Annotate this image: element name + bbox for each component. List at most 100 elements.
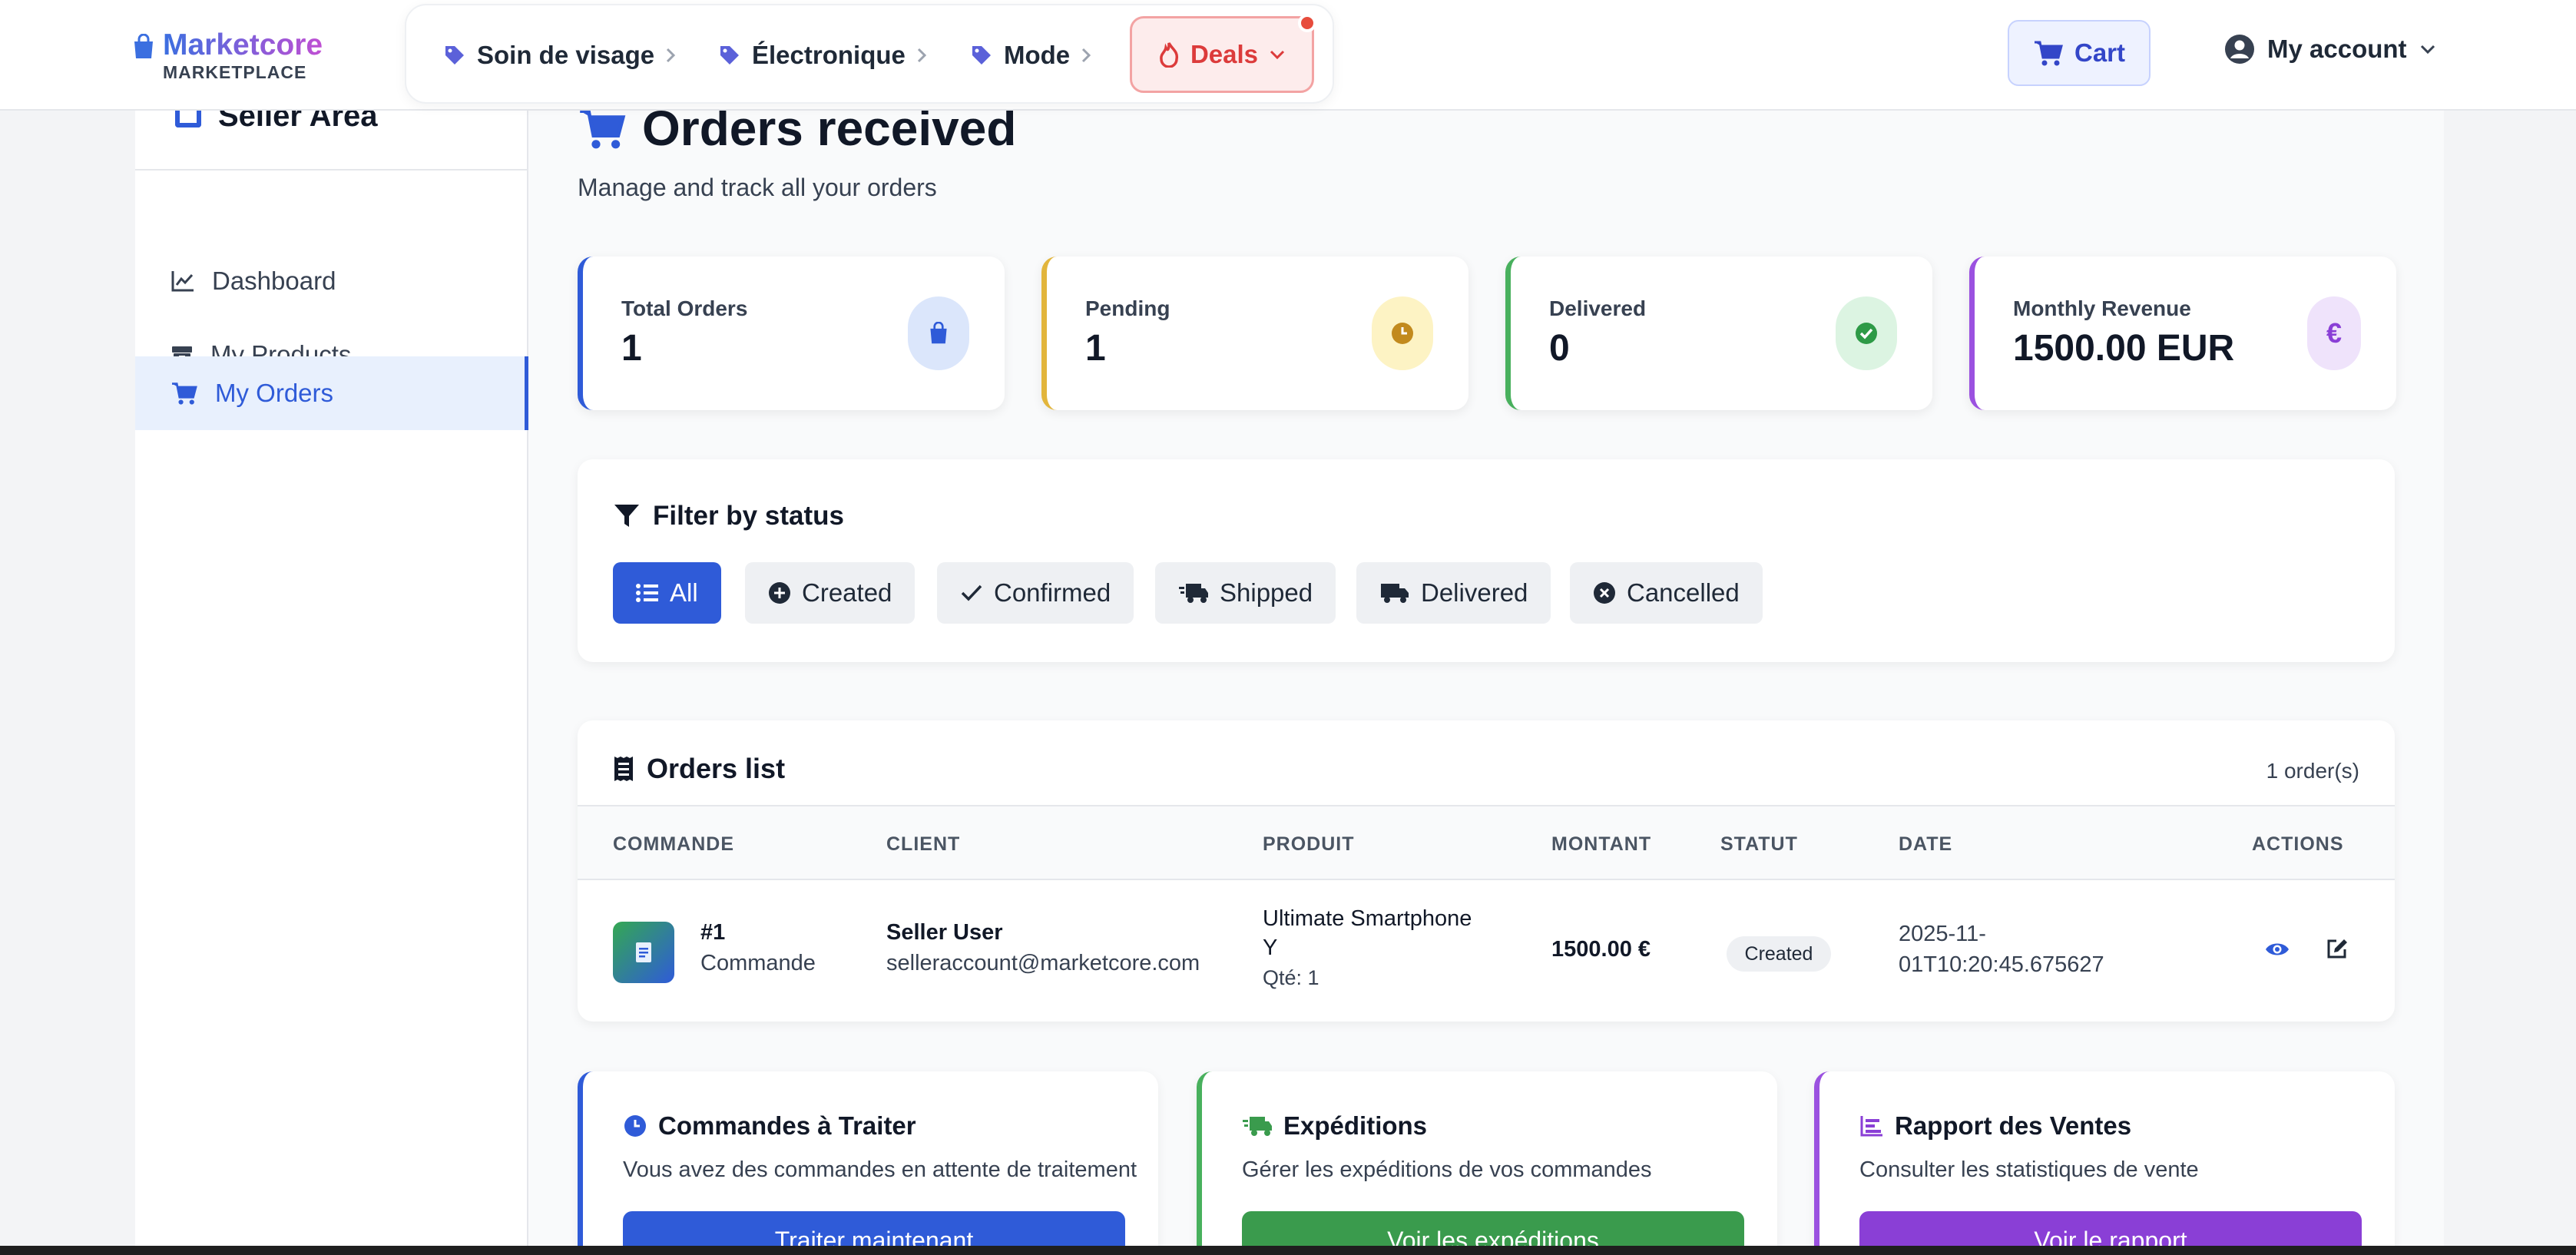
action-card-title-text: Expéditions bbox=[1283, 1111, 1428, 1140]
stat-value: 1 bbox=[1085, 328, 1106, 369]
action-card-title-text: Commandes à Traiter bbox=[658, 1111, 916, 1140]
sidebar-title: Seller Area bbox=[218, 111, 378, 133]
user-circle-icon bbox=[2224, 34, 2255, 65]
page-subtitle: Manage and track all your orders bbox=[578, 174, 937, 201]
chevron-down-icon bbox=[2419, 44, 2436, 55]
action-card-sales-report: Rapport des Ventes Consulter les statist… bbox=[1814, 1071, 2395, 1255]
brand-name: Marketcore bbox=[163, 28, 323, 61]
stat-card-total-orders: Total Orders 1 bbox=[578, 257, 1005, 410]
product-qty: Qté: 1 bbox=[1263, 966, 1319, 989]
sidebar-item-my-orders[interactable]: My Orders bbox=[135, 356, 528, 430]
action-card-shipments: Expéditions Gérer les expéditions de vos… bbox=[1197, 1071, 1777, 1255]
orders-count: 1 order(s) bbox=[2266, 759, 2359, 783]
filter-chip-all[interactable]: All bbox=[613, 562, 721, 624]
stat-value: 1500.00 EUR bbox=[2013, 328, 2235, 369]
chevron-down-icon bbox=[1269, 49, 1286, 60]
product-name-cont: Y bbox=[1263, 935, 1278, 960]
cart-button[interactable]: Cart bbox=[2008, 20, 2151, 86]
stat-label: Pending bbox=[1085, 296, 1170, 320]
cart-icon bbox=[578, 106, 627, 151]
edit-order-button[interactable] bbox=[2326, 937, 2349, 960]
deals-button[interactable]: Deals bbox=[1130, 14, 1316, 93]
chevron-right-icon bbox=[665, 47, 676, 64]
column-header: STATUT bbox=[1720, 833, 1798, 855]
filter-chip-delivered[interactable]: Delivered bbox=[1356, 562, 1551, 624]
tag-icon bbox=[443, 44, 466, 67]
filter-title-text: Filter by status bbox=[653, 501, 844, 531]
fire-icon bbox=[1158, 41, 1180, 68]
order-date: 2025-11- bbox=[1899, 922, 1986, 946]
brand-subtitle: MARKETPLACE bbox=[163, 62, 307, 82]
sidebar-item-dashboard[interactable]: Dashboard bbox=[135, 244, 528, 318]
table-header: COMMANDE CLIENT PRODUIT MONTANT STATUT D… bbox=[578, 805, 2395, 880]
brand-logo[interactable]: Marketcore MARKETPLACE bbox=[132, 29, 323, 81]
client-email: selleraccount@marketcore.com bbox=[886, 951, 1200, 975]
edit-icon bbox=[2326, 937, 2349, 960]
notification-dot bbox=[1298, 14, 1316, 32]
tag-icon bbox=[970, 44, 993, 67]
cart-label: Cart bbox=[2074, 38, 2126, 67]
cart-icon bbox=[171, 381, 198, 406]
view-order-button[interactable] bbox=[2264, 940, 2290, 959]
category-electronique[interactable]: Électronique bbox=[718, 5, 927, 105]
filter-chip-cancelled[interactable]: Cancelled bbox=[1570, 562, 1763, 624]
receipt-icon bbox=[613, 755, 634, 783]
category-bar: Soin de visage Électronique Mode Deals bbox=[405, 4, 1334, 104]
orders-list-card: Orders list 1 order(s) COMMANDE CLIENT P… bbox=[578, 720, 2395, 1022]
filter-card: Filter by status All Created Confirmed S… bbox=[578, 459, 2395, 662]
action-card-title-text: Rapport des Ventes bbox=[1895, 1111, 2132, 1140]
shipping-fast-icon bbox=[1178, 581, 1209, 604]
column-header: PRODUIT bbox=[1263, 833, 1355, 855]
tag-icon bbox=[718, 44, 741, 67]
chart-line-icon bbox=[171, 270, 195, 293]
category-mode[interactable]: Mode bbox=[970, 5, 1091, 105]
filter-chip-confirmed[interactable]: Confirmed bbox=[937, 562, 1134, 624]
sidebar-header: Seller Area bbox=[135, 111, 528, 171]
order-document-icon bbox=[613, 922, 674, 983]
stat-label: Monthly Revenue bbox=[2013, 296, 2191, 320]
shopping-bag-icon bbox=[132, 34, 155, 60]
eye-icon bbox=[2264, 940, 2290, 959]
check-circle-icon bbox=[1836, 296, 1897, 370]
sidebar-item-label: Dashboard bbox=[212, 267, 336, 295]
stat-card-delivered: Delivered 0 bbox=[1505, 257, 1932, 410]
column-header: COMMANDE bbox=[613, 833, 734, 855]
filter-title: Filter by status bbox=[613, 501, 844, 531]
chip-label: Delivered bbox=[1421, 578, 1528, 607]
order-amount: 1500.00 € bbox=[1551, 937, 1651, 962]
account-label: My account bbox=[2267, 35, 2407, 63]
times-circle-icon bbox=[1593, 581, 1616, 604]
column-header: DATE bbox=[1899, 833, 1953, 855]
column-header: CLIENT bbox=[886, 833, 961, 855]
action-card-description: Consulter les statistiques de vente bbox=[1859, 1157, 2199, 1182]
chip-label: Shipped bbox=[1220, 578, 1313, 607]
stat-label: Total Orders bbox=[621, 296, 748, 320]
truck-icon bbox=[1379, 581, 1410, 604]
shipping-fast-icon bbox=[1242, 1114, 1273, 1137]
deals-label: Deals bbox=[1190, 40, 1259, 68]
action-card-description: Vous avez des commandes en attente de tr… bbox=[623, 1157, 1137, 1182]
filter-chip-created[interactable]: Created bbox=[745, 562, 916, 624]
account-menu[interactable]: My account bbox=[2224, 34, 2436, 65]
product-name: Ultimate Smartphone bbox=[1263, 906, 1472, 931]
filter-icon bbox=[613, 503, 641, 529]
filter-chip-shipped[interactable]: Shipped bbox=[1155, 562, 1336, 624]
chip-label: All bbox=[670, 578, 698, 607]
category-soin-de-visage[interactable]: Soin de visage bbox=[443, 5, 676, 105]
plus-circle-icon bbox=[768, 581, 791, 604]
stat-card-pending: Pending 1 bbox=[1041, 257, 1468, 410]
orders-list-title: Orders list bbox=[613, 753, 785, 785]
stat-value: 1 bbox=[621, 328, 642, 369]
column-header: ACTIONS bbox=[2252, 833, 2344, 855]
list-icon bbox=[636, 583, 659, 603]
top-navbar: Marketcore MARKETPLACE Soin de visage Él… bbox=[0, 0, 2576, 111]
cart-icon bbox=[2033, 39, 2064, 67]
chart-bar-icon bbox=[1859, 1114, 1884, 1137]
stat-card-monthly-revenue: Monthly Revenue 1500.00 EUR € bbox=[1969, 257, 2396, 410]
action-card-title: Rapport des Ventes bbox=[1859, 1111, 2131, 1141]
seller-sidebar: Seller Area Dashboard My Products My Ord… bbox=[135, 111, 528, 1255]
order-kind: Commande bbox=[700, 951, 816, 975]
euro-icon: € bbox=[2307, 296, 2361, 370]
status-badge: Created bbox=[1727, 936, 1831, 972]
action-card-orders-to-process: Commandes à Traiter Vous avez des comman… bbox=[578, 1071, 1158, 1255]
